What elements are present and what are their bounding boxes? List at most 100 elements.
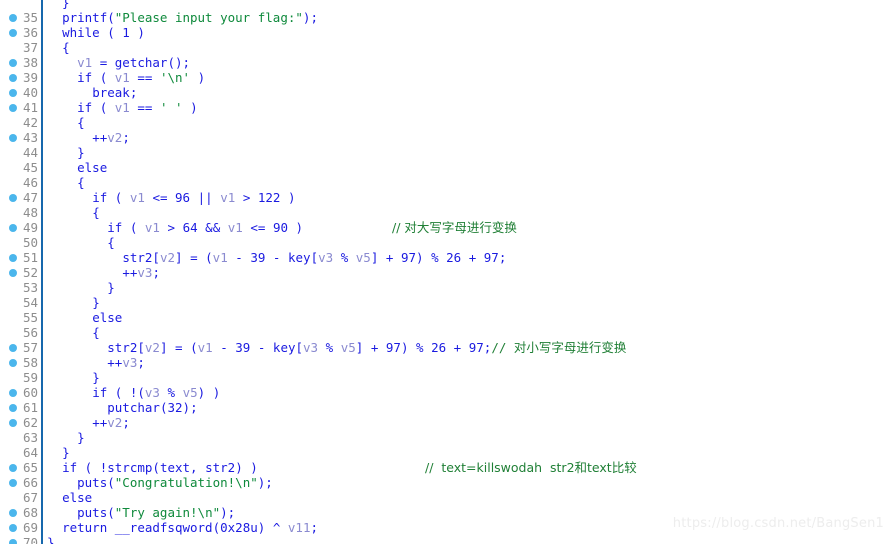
code-line: 58 ++v3; (0, 355, 894, 370)
code-line: 38 v1 = getchar(); (0, 55, 894, 70)
code-line-partial: } (0, 0, 894, 10)
line-number: 68 (22, 505, 38, 520)
code-text: if ( !strcmp(text, str2) ) (62, 460, 258, 475)
code-line: 63 } (0, 430, 894, 445)
code-lines: } 35 printf("Please input your flag:"); 36… (0, 0, 894, 544)
code-line: 42 { (0, 115, 894, 130)
watermark-text: https://blog.csdn.net/BangSen1 (672, 516, 884, 531)
line-number: 64 (22, 445, 38, 460)
line-number: 41 (22, 100, 38, 115)
line-number: 38 (22, 55, 38, 70)
code-text: ++v2; (92, 415, 130, 430)
line-number: 50 (22, 235, 38, 250)
code-comment: // 对大写字母进行变换 (392, 220, 517, 235)
line-number: 43 (22, 130, 38, 145)
code-text: else (92, 310, 123, 325)
code-line: 62 ++v2; (0, 415, 894, 430)
code-text: { (107, 235, 115, 250)
code-text: if ( v1 > 64 && v1 <= 90 ) (107, 220, 304, 235)
line-number: 55 (22, 310, 38, 325)
code-text: } (62, 445, 70, 460)
code-text: if ( !(v3 % v5) ) (92, 385, 221, 400)
code-text: str2[v2] = (v1 - 39 - key[v3 % v5] + 97)… (122, 250, 507, 265)
code-text: putchar(32); (107, 400, 198, 415)
code-text: return __readfsqword(0x28u) ^ v11; (62, 520, 318, 535)
line-number: 46 (22, 175, 38, 190)
line-number: 66 (22, 475, 38, 490)
line-number: 45 (22, 160, 38, 175)
code-line: 47 if ( v1 <= 96 || v1 > 122 ) (0, 190, 894, 205)
code-text: v1 = getchar(); (77, 55, 191, 70)
line-number: 54 (22, 295, 38, 310)
line-number: 37 (22, 40, 38, 55)
code-line: 70} (0, 535, 894, 544)
code-line: 67 else (0, 490, 894, 505)
line-number: 39 (22, 70, 38, 85)
code-line: 48 { (0, 205, 894, 220)
code-line: 45 else (0, 160, 894, 175)
code-line: 66 puts("Congratulation!\n"); (0, 475, 894, 490)
line-number: 61 (22, 400, 38, 415)
line-number: 48 (22, 205, 38, 220)
code-line: 64 } (0, 445, 894, 460)
line-number: 40 (22, 85, 38, 100)
code-line: 57 str2[v2] = (v1 - 39 - key[v3 % v5] + … (0, 340, 894, 355)
code-text: { (92, 325, 100, 340)
code-line: 35 printf("Please input your flag:"); (0, 10, 894, 25)
code-text: { (92, 205, 100, 220)
line-number: 35 (22, 10, 38, 25)
line-number: 69 (22, 520, 38, 535)
code-line: 36 while ( 1 ) (0, 25, 894, 40)
code-text: } (47, 0, 70, 10)
line-number: 47 (22, 190, 38, 205)
code-text: while ( 1 ) (62, 25, 145, 40)
code-text: } (107, 280, 115, 295)
code-text: break; (92, 85, 138, 100)
code-line: 55 else (0, 310, 894, 325)
line-number: 62 (22, 415, 38, 430)
code-line: 65 if ( !strcmp(text, str2) ) // text=kil… (0, 460, 894, 475)
code-text: { (77, 115, 85, 130)
code-editor[interactable]: } 35 printf("Please input your flag:"); 36… (0, 0, 894, 544)
code-line: 50 { (0, 235, 894, 250)
line-number: 52 (22, 265, 38, 280)
line-number: 63 (22, 430, 38, 445)
code-text: } (92, 370, 100, 385)
code-text: } (47, 535, 55, 544)
code-text: ++v2; (92, 130, 130, 145)
code-text: } (77, 430, 85, 445)
code-text: puts("Congratulation!\n"); (77, 475, 273, 490)
code-line: 46 { (0, 175, 894, 190)
line-number: 56 (22, 325, 38, 340)
line-number: 49 (22, 220, 38, 235)
code-line: 61 putchar(32); (0, 400, 894, 415)
line-number: 70 (22, 535, 38, 544)
line-number: 51 (22, 250, 38, 265)
code-text: str2[v2] = (v1 - 39 - key[v3 % v5] + 97)… (107, 340, 627, 355)
code-text: { (77, 175, 85, 190)
line-number: 44 (22, 145, 38, 160)
code-text: else (77, 160, 108, 175)
code-line: 44 } (0, 145, 894, 160)
code-text: if ( v1 == '\n' ) (77, 70, 206, 85)
code-text: if ( v1 <= 96 || v1 > 122 ) (92, 190, 296, 205)
code-line: 39 if ( v1 == '\n' ) (0, 70, 894, 85)
line-number: 58 (22, 355, 38, 370)
line-number: 53 (22, 280, 38, 295)
code-comment: // text=killswodah str2和text比较 (425, 460, 637, 475)
code-text: else (62, 490, 93, 505)
code-line: 41 if ( v1 == ' ' ) (0, 100, 894, 115)
code-line: 51 str2[v2] = (v1 - 39 - key[v3 % v5] + … (0, 250, 894, 265)
line-number: 42 (22, 115, 38, 130)
line-number: 57 (22, 340, 38, 355)
code-line: 56 { (0, 325, 894, 340)
line-number: 60 (22, 385, 38, 400)
code-text: } (92, 295, 100, 310)
code-line: 60 if ( !(v3 % v5) ) (0, 385, 894, 400)
code-line: 40 break; (0, 85, 894, 100)
code-text: ++v3; (122, 265, 160, 280)
code-line: 59 } (0, 370, 894, 385)
code-line: 54 } (0, 295, 894, 310)
code-line: 49 if ( v1 > 64 && v1 <= 90 ) // 对大写字母进行变… (0, 220, 894, 235)
line-number: 67 (22, 490, 38, 505)
